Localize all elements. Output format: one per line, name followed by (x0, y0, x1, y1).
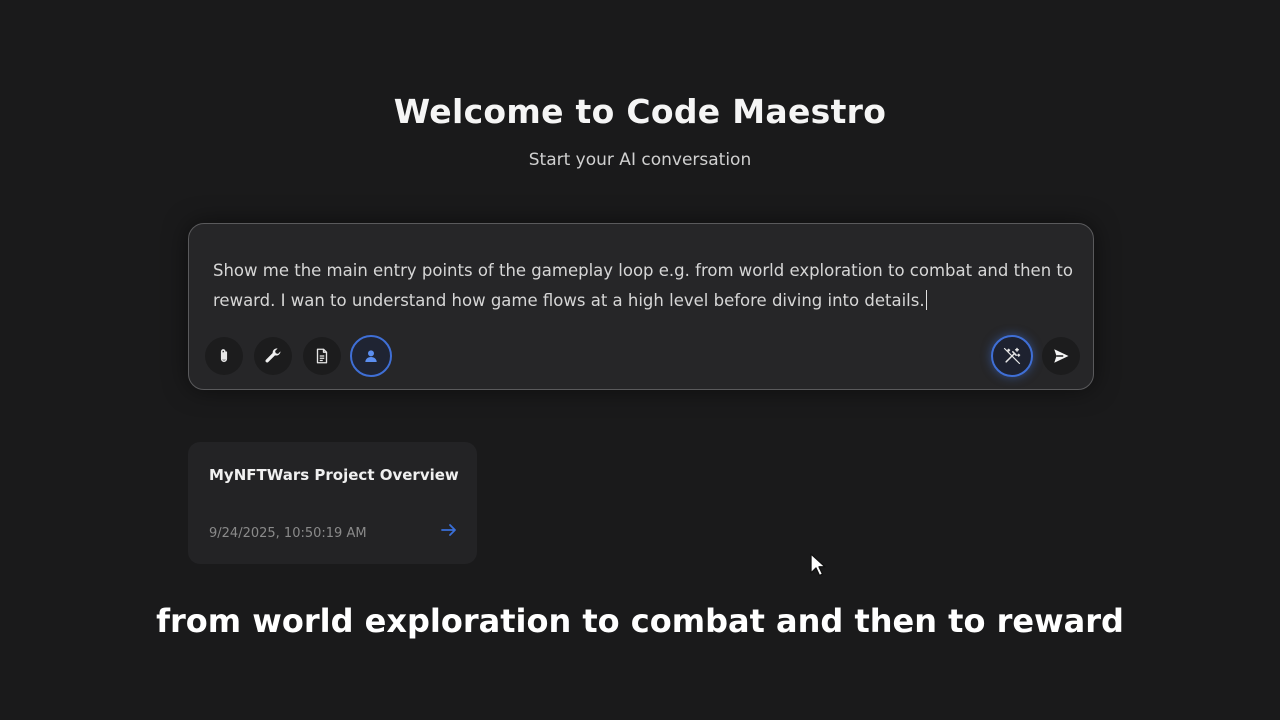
user-icon (363, 348, 379, 364)
prompt-input-value: Show me the main entry points of the gam… (213, 261, 1073, 310)
paperclip-icon (215, 347, 233, 365)
text-caret (925, 290, 928, 310)
document-button[interactable] (303, 337, 341, 375)
wrench-icon (263, 346, 283, 366)
tools-button[interactable] (254, 337, 292, 375)
page-title: Welcome to Code Maestro (393, 92, 887, 131)
arrow-right-icon[interactable] (440, 522, 458, 541)
document-icon (313, 347, 331, 365)
recent-conversation-card[interactable]: MyNFTWars Project Overview 9/24/2025, 10… (188, 442, 477, 564)
send-button[interactable] (1042, 337, 1080, 375)
conversation-title: MyNFTWars Project Overview (209, 466, 459, 484)
magic-wand-icon (1002, 346, 1022, 366)
video-caption: from world exploration to combat and the… (156, 602, 1124, 640)
attach-button[interactable] (205, 337, 243, 375)
persona-button[interactable] (350, 335, 392, 377)
mouse-pointer-icon (810, 553, 826, 581)
prompt-composer: Show me the main entry points of the gam… (188, 223, 1094, 390)
enhance-prompt-button[interactable] (991, 335, 1033, 377)
app-page: Welcome to Code Maestro Start your AI co… (0, 0, 1280, 720)
conversation-timestamp: 9/24/2025, 10:50:19 AM (209, 526, 367, 541)
send-icon (1052, 347, 1070, 365)
page-subtitle: Start your AI conversation (528, 150, 752, 170)
prompt-input[interactable]: Show me the main entry points of the gam… (213, 256, 1073, 316)
